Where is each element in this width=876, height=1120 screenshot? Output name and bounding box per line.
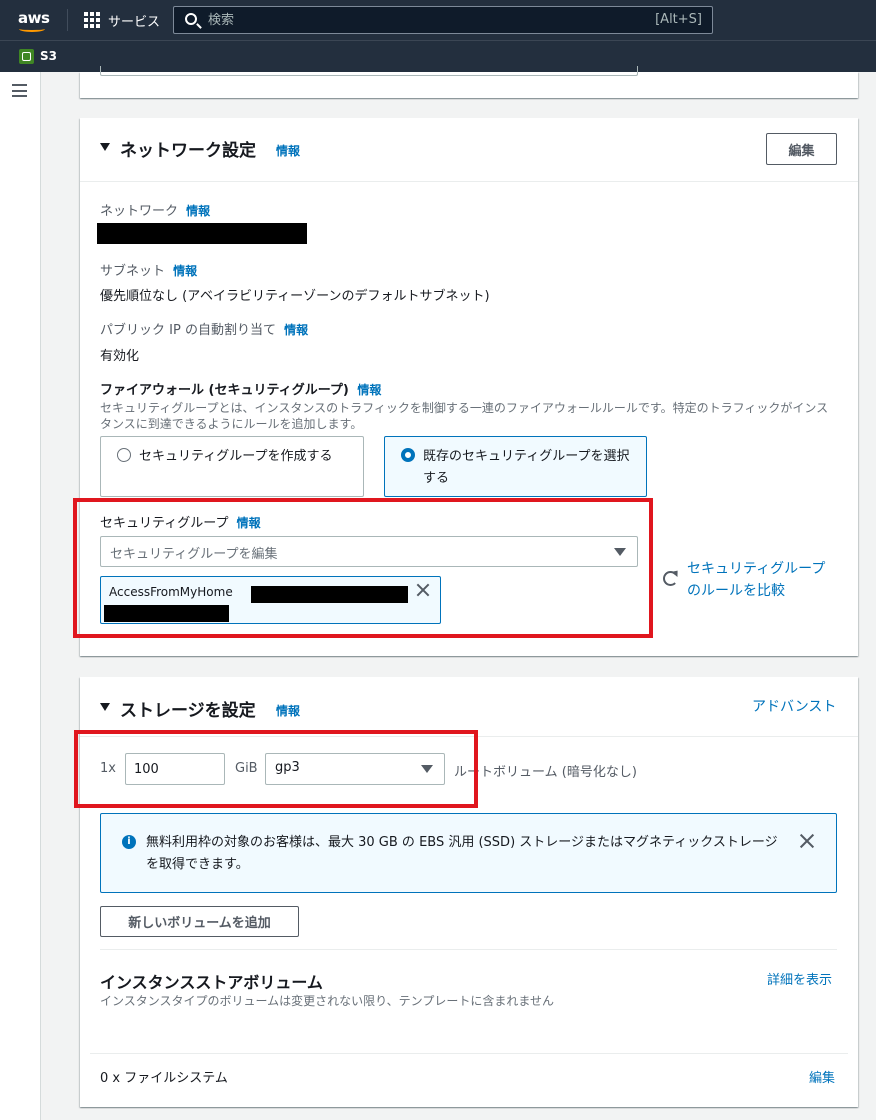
storage-settings-title: ストレージを設定 xyxy=(120,701,256,721)
redacted-network-value xyxy=(97,223,307,244)
menu-icon[interactable] xyxy=(12,84,27,97)
free-tier-info-alert: i 無料利用枠の対象のお客様は、最大 30 GB の EBS 汎用 (SSD) … xyxy=(100,813,837,893)
storage-info-link[interactable]: 情報 xyxy=(276,702,300,719)
red-highlight-box-storage xyxy=(74,730,478,808)
radio-create-circle[interactable] xyxy=(117,448,131,462)
search-input[interactable] xyxy=(208,11,608,29)
radio-existing-circle[interactable] xyxy=(401,448,415,462)
search-shortcut-hint: [Alt+S] xyxy=(655,12,702,27)
free-tier-alert-text: 無料利用枠の対象のお客様は、最大 30 GB の EBS 汎用 (SSD) スト… xyxy=(146,835,778,872)
network-edit-button[interactable]: 編集 xyxy=(766,133,837,165)
show-details-link[interactable]: 詳細を表示 xyxy=(767,969,832,988)
global-search[interactable]: [Alt+S] xyxy=(173,6,713,34)
network-settings-panel: ネットワーク設定 情報 編集 ネットワーク 情報 サブネット 情報 優先順位なし… xyxy=(73,118,858,656)
services-grid-icon[interactable] xyxy=(84,12,100,28)
s3-service-icon[interactable] xyxy=(19,49,34,64)
info-circle-icon: i xyxy=(122,835,136,849)
network-label: ネットワーク 情報 xyxy=(100,204,211,219)
storage-settings-header: ストレージを設定 情報 アドバンスト xyxy=(80,677,858,737)
network-field-info-link[interactable]: 情報 xyxy=(186,204,210,218)
side-navigation-rail xyxy=(0,72,41,1120)
public-ip-info-link[interactable]: 情報 xyxy=(284,323,308,337)
add-new-volume-button[interactable]: 新しいボリュームを追加 xyxy=(100,906,299,937)
network-settings-header: ネットワーク設定 情報 編集 xyxy=(80,118,858,182)
file-system-edit-link[interactable]: 編集 xyxy=(809,1067,835,1086)
instance-store-description: インスタンスタイプのボリュームは変更されない限り、テンプレートに含まれません xyxy=(100,994,554,1008)
firewall-info-link[interactable]: 情報 xyxy=(357,383,381,397)
radio-create-label: セキュリティグループを作成する xyxy=(139,449,333,464)
subnet-label: サブネット 情報 xyxy=(100,264,198,279)
network-settings-title: ネットワーク設定 xyxy=(120,141,256,161)
subnet-value: 優先順位なし (アベイラビリティーゾーンのデフォルトサブネット) xyxy=(100,289,490,304)
red-highlight-box-security-group xyxy=(73,498,653,638)
radio-select-existing-security-group[interactable]: 既存のセキュリティグループを選択する xyxy=(384,436,647,497)
collapse-caret-icon[interactable] xyxy=(100,143,110,151)
advanced-link[interactable]: アドバンスト xyxy=(752,696,836,716)
compare-security-group-rules-link[interactable]: セキュリティグループのルールを比較 xyxy=(687,558,837,602)
divider xyxy=(90,1053,848,1054)
collapse-caret-icon[interactable] xyxy=(100,703,110,711)
refresh-icon[interactable] xyxy=(663,571,678,586)
public-ip-label: パブリック IP の自動割り当て 情報 xyxy=(100,323,309,338)
divider xyxy=(100,949,837,950)
aws-logo[interactable]: aws xyxy=(18,9,50,27)
nav-divider xyxy=(67,9,68,31)
services-menu-button[interactable]: サービス xyxy=(108,11,160,30)
instance-store-title: インスタンスストアボリューム xyxy=(100,973,323,992)
aws-logo-smile xyxy=(19,26,45,32)
firewall-label: ファイアウォール (セキュリティグループ) 情報 xyxy=(100,383,382,398)
top-navigation: aws サービス [Alt+S] xyxy=(0,0,876,40)
search-icon xyxy=(185,13,197,25)
root-volume-description: ルートボリューム (暗号化なし) xyxy=(454,765,637,780)
radio-existing-label: 既存のセキュリティグループを選択する xyxy=(423,449,630,486)
alert-close-icon[interactable] xyxy=(799,833,815,849)
public-ip-value: 有効化 xyxy=(100,349,140,364)
favorite-s3-link[interactable]: S3 xyxy=(40,49,57,63)
previous-panel xyxy=(80,66,858,98)
network-info-link[interactable]: 情報 xyxy=(276,142,300,159)
storage-settings-panel: ストレージを設定 情報 アドバンスト 1x GiB gp3 ルートボリューム (… xyxy=(74,677,858,1107)
file-system-count: 0 x ファイルシステム xyxy=(100,1071,228,1086)
firewall-description: セキュリティグループとは、インスタンスのトラフィックを制御する一連のファイアウォ… xyxy=(100,401,829,431)
previous-input-field[interactable] xyxy=(100,66,638,76)
subnet-info-link[interactable]: 情報 xyxy=(173,264,197,278)
radio-create-security-group[interactable]: セキュリティグループを作成する xyxy=(100,436,364,497)
